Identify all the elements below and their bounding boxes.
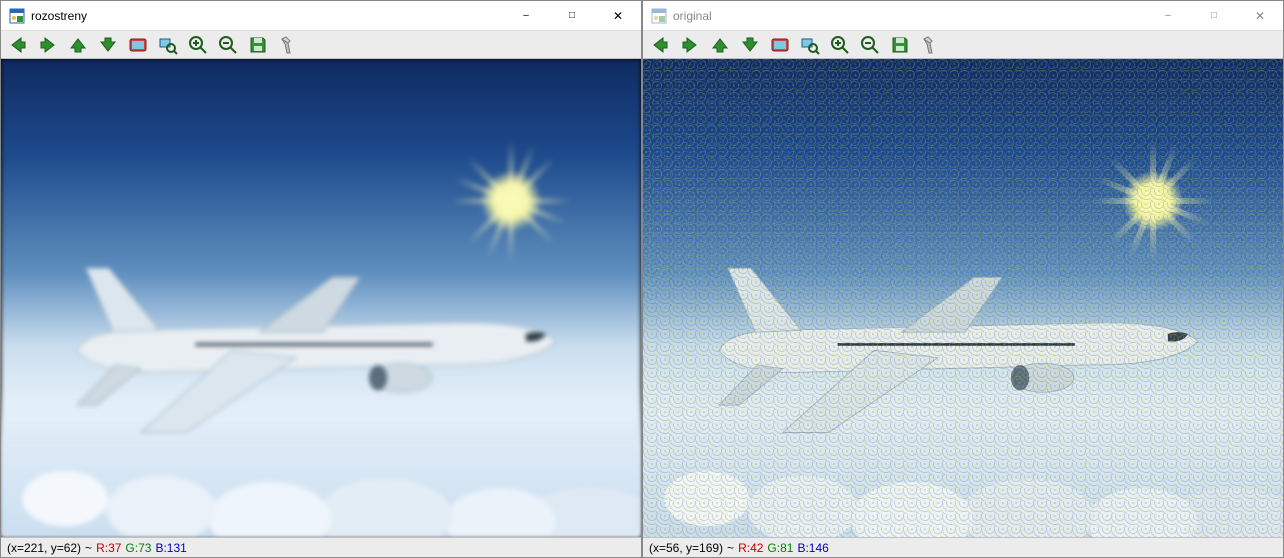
zoom-out-icon[interactable] <box>859 34 881 56</box>
status-g: G:73 <box>125 541 151 555</box>
titlebar[interactable]: original – □ ✕ <box>643 1 1283 31</box>
image-viewport[interactable] <box>1 59 641 537</box>
zoom-out-icon[interactable] <box>217 34 239 56</box>
arrow-left-icon[interactable] <box>7 34 29 56</box>
close-button[interactable]: ✕ <box>595 1 641 31</box>
arrow-left-icon[interactable] <box>649 34 671 56</box>
zoom-region-icon[interactable] <box>157 34 179 56</box>
flashlight-icon[interactable] <box>919 34 941 56</box>
status-g: G:81 <box>767 541 793 555</box>
arrow-right-icon[interactable] <box>37 34 59 56</box>
arrow-right-icon[interactable] <box>679 34 701 56</box>
app-icon <box>9 8 25 24</box>
status-b: B:146 <box>797 541 828 555</box>
status-r: R:42 <box>738 541 763 555</box>
flashlight-icon[interactable] <box>277 34 299 56</box>
status-coords: (x=221, y=62) <box>7 541 81 555</box>
fit-window-icon[interactable] <box>127 34 149 56</box>
app-icon <box>651 8 667 24</box>
titlebar[interactable]: rozostreny – □ ✕ <box>1 1 641 31</box>
status-b: B:131 <box>155 541 186 555</box>
arrow-up-icon[interactable] <box>709 34 731 56</box>
window-rozostreny: rozostreny – □ ✕ <box>0 0 642 558</box>
maximize-button[interactable]: □ <box>549 1 595 31</box>
airplane <box>39 250 589 451</box>
maximize-button[interactable]: □ <box>1191 1 1237 31</box>
status-coords: (x=56, y=169) <box>649 541 723 555</box>
arrow-up-icon[interactable] <box>67 34 89 56</box>
window-title: rozostreny <box>31 9 87 23</box>
minimize-button[interactable]: – <box>503 1 549 31</box>
status-sep: ~ <box>727 541 734 555</box>
zoom-region-icon[interactable] <box>799 34 821 56</box>
zoom-in-icon[interactable] <box>187 34 209 56</box>
status-sep: ~ <box>85 541 92 555</box>
arrow-down-icon[interactable] <box>739 34 761 56</box>
status-bar: (x=221, y=62) ~ R:37 G:73 B:131 <box>1 537 641 557</box>
window-original: original – □ ✕ <box>642 0 1284 558</box>
save-icon[interactable] <box>247 34 269 56</box>
airplane <box>681 250 1231 451</box>
arrow-down-icon[interactable] <box>97 34 119 56</box>
zoom-in-icon[interactable] <box>829 34 851 56</box>
close-button[interactable]: ✕ <box>1237 1 1283 31</box>
fit-window-icon[interactable] <box>769 34 791 56</box>
image-viewport[interactable] <box>643 59 1283 537</box>
minimize-button[interactable]: – <box>1145 1 1191 31</box>
status-r: R:37 <box>96 541 121 555</box>
status-bar: (x=56, y=169) ~ R:42 G:81 B:146 <box>643 537 1283 557</box>
save-icon[interactable] <box>889 34 911 56</box>
window-title: original <box>673 9 712 23</box>
toolbar <box>1 31 641 59</box>
toolbar <box>643 31 1283 59</box>
